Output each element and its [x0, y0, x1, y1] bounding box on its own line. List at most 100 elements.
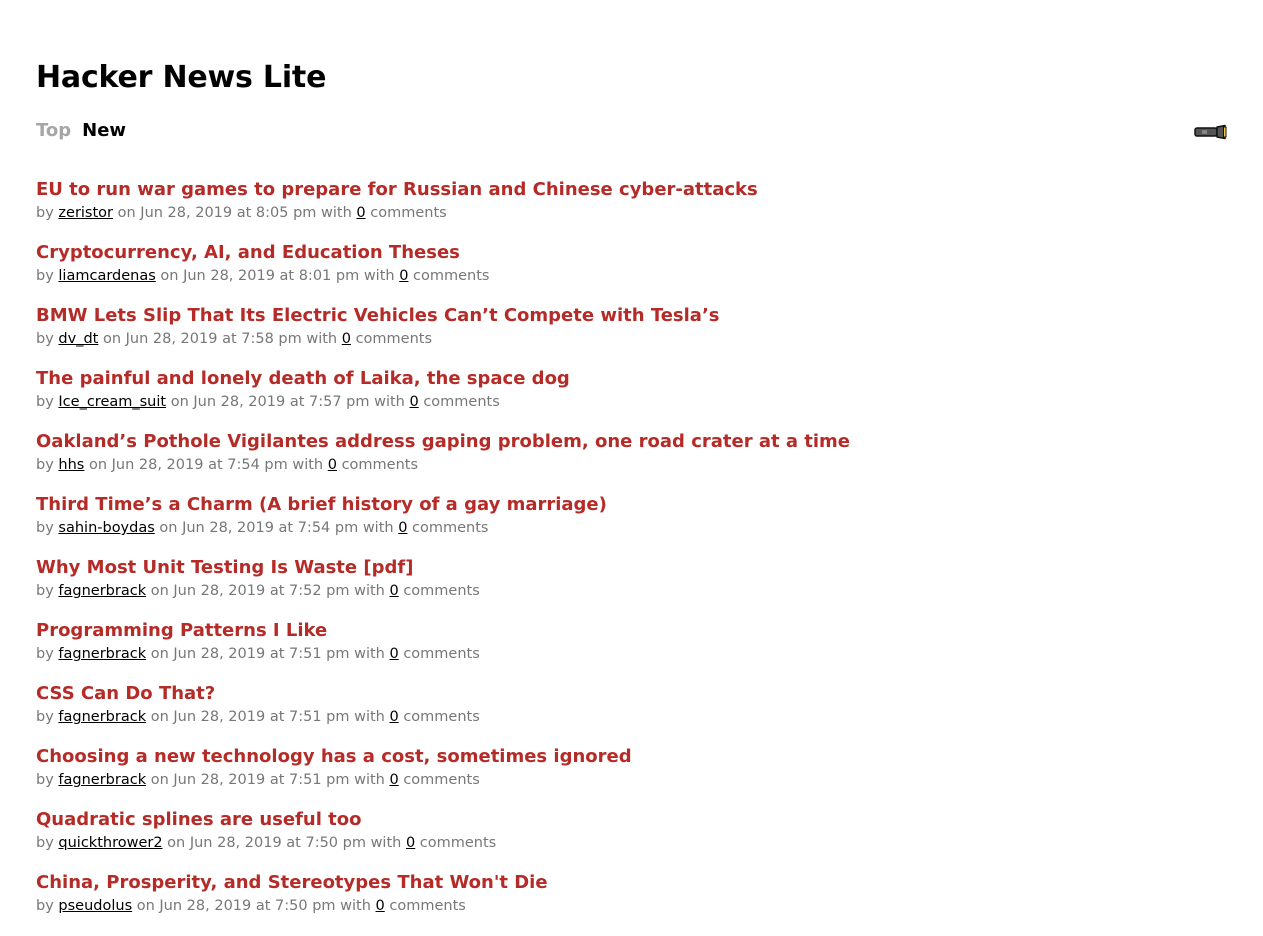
meta-on: on [150, 583, 169, 599]
story-item: BMW Lets Slip That Its Electric Vehicles… [36, 304, 1216, 367]
story-title-link[interactable]: CSS Can Do That? [36, 682, 1216, 706]
story-item: Choosing a new technology has a cost, so… [36, 745, 1216, 808]
comments-link[interactable]: 0 [376, 898, 385, 914]
meta-with: with [374, 394, 405, 410]
story-title-link[interactable]: EU to run war games to prepare for Russi… [36, 178, 1216, 202]
meta-by: by [36, 205, 54, 221]
comments-link[interactable]: 0 [356, 205, 365, 221]
story-item: Quadratic splines are useful too by quic… [36, 808, 1216, 871]
meta-by: by [36, 457, 54, 473]
meta-on: on [150, 772, 169, 788]
story-item: Why Most Unit Testing Is Waste [pdf] by … [36, 556, 1216, 619]
meta-with: with [340, 898, 371, 914]
story-date: Jun 28, 2019 at 7:57 pm [193, 394, 370, 410]
author-link[interactable]: pseudolus [58, 898, 132, 914]
meta-comments: comments [403, 772, 480, 788]
author-link[interactable]: fagnerbrack [58, 709, 146, 725]
story-meta: by fagnerbrack on Jun 28, 2019 at 7:51 p… [36, 643, 1216, 665]
tab-top[interactable]: Top [36, 120, 71, 141]
meta-by: by [36, 583, 54, 599]
author-link[interactable]: Ice_cream_suit [58, 394, 166, 410]
story-item: China, Prosperity, and Stereotypes That … [36, 871, 1216, 934]
comments-link[interactable]: 0 [398, 520, 407, 536]
story-title-link[interactable]: BMW Lets Slip That Its Electric Vehicles… [36, 304, 1216, 328]
meta-with: with [354, 583, 385, 599]
meta-comments: comments [370, 205, 447, 221]
story-date: Jun 28, 2019 at 7:54 pm [182, 520, 359, 536]
meta-on: on [88, 457, 108, 473]
comments-link[interactable]: 0 [406, 835, 415, 851]
story-title-link[interactable]: Cryptocurrency, AI, and Education Theses [36, 241, 1216, 265]
story-title-link[interactable]: Choosing a new technology has a cost, so… [36, 745, 1216, 769]
comments-link[interactable]: 0 [389, 583, 398, 599]
story-item: The painful and lonely death of Laika, t… [36, 367, 1216, 430]
story-meta: by fagnerbrack on Jun 28, 2019 at 7:51 p… [36, 769, 1216, 791]
meta-on: on [102, 331, 122, 347]
meta-with: with [354, 772, 385, 788]
story-meta: by hhs on Jun 28, 2019 at 7:54 pm with 0… [36, 454, 1216, 476]
story-date: Jun 28, 2019 at 7:51 pm [173, 646, 350, 662]
meta-comments: comments [389, 898, 466, 914]
meta-by: by [36, 709, 54, 725]
story-item: Cryptocurrency, AI, and Education Theses… [36, 241, 1216, 304]
meta-with: with [354, 709, 385, 725]
story-list: EU to run war games to prepare for Russi… [36, 178, 1216, 934]
story-title-link[interactable]: Quadratic splines are useful too [36, 808, 1216, 832]
comments-link[interactable]: 0 [399, 268, 408, 284]
flashlight-icon[interactable] [1194, 124, 1228, 140]
meta-on: on [150, 709, 169, 725]
page: Hacker News Lite Top New EU to run war g… [0, 0, 1263, 936]
meta-on: on [117, 205, 136, 221]
meta-with: with [306, 331, 338, 347]
meta-comments: comments [403, 646, 480, 662]
author-link[interactable]: dv_dt [58, 331, 98, 347]
author-link[interactable]: hhs [58, 457, 84, 473]
comments-link[interactable]: 0 [342, 331, 351, 347]
meta-with: with [321, 205, 352, 221]
meta-with: with [354, 646, 385, 662]
tab-new[interactable]: New [82, 120, 126, 141]
site-title: Hacker News Lite [36, 60, 327, 95]
comments-link[interactable]: 0 [389, 709, 398, 725]
author-link[interactable]: quickthrower2 [58, 835, 162, 851]
story-title-link[interactable]: Oakland’s Pothole Vigilantes address gap… [36, 430, 1216, 454]
meta-with: with [292, 457, 324, 473]
story-title-link[interactable]: Third Time’s a Charm (A brief history of… [36, 493, 1216, 517]
meta-comments: comments [403, 709, 480, 725]
meta-comments: comments [419, 835, 497, 851]
author-link[interactable]: zeristor [58, 205, 113, 221]
story-date: Jun 28, 2019 at 7:50 pm [189, 835, 366, 851]
story-meta: by liamcardenas on Jun 28, 2019 at 8:01 … [36, 265, 1216, 287]
meta-by: by [36, 898, 54, 914]
story-item: CSS Can Do That? by fagnerbrack on Jun 2… [36, 682, 1216, 745]
comments-link[interactable]: 0 [328, 457, 337, 473]
author-link[interactable]: fagnerbrack [58, 646, 146, 662]
author-link[interactable]: fagnerbrack [58, 772, 146, 788]
story-item: Programming Patterns I Like by fagnerbra… [36, 619, 1216, 682]
author-link[interactable]: fagnerbrack [58, 583, 146, 599]
meta-comments: comments [413, 268, 490, 284]
meta-by: by [36, 268, 54, 284]
meta-by: by [36, 520, 54, 536]
meta-by: by [36, 331, 54, 347]
story-date: Jun 28, 2019 at 7:54 pm [111, 457, 288, 473]
meta-on: on [159, 520, 178, 536]
meta-comments: comments [341, 457, 419, 473]
story-title-link[interactable]: Why Most Unit Testing Is Waste [pdf] [36, 556, 1216, 580]
story-meta: by fagnerbrack on Jun 28, 2019 at 7:52 p… [36, 580, 1216, 602]
meta-on: on [150, 646, 169, 662]
story-date: Jun 28, 2019 at 7:52 pm [173, 583, 350, 599]
comments-link[interactable]: 0 [389, 772, 398, 788]
author-link[interactable]: liamcardenas [58, 268, 155, 284]
meta-on: on [136, 898, 155, 914]
meta-comments: comments [403, 583, 480, 599]
story-title-link[interactable]: The painful and lonely death of Laika, t… [36, 367, 1216, 391]
comments-link[interactable]: 0 [389, 646, 398, 662]
story-title-link[interactable]: China, Prosperity, and Stereotypes That … [36, 871, 1216, 895]
story-meta: by sahin-boydas on Jun 28, 2019 at 7:54 … [36, 517, 1216, 539]
story-meta: by fagnerbrack on Jun 28, 2019 at 7:51 p… [36, 706, 1216, 728]
comments-link[interactable]: 0 [409, 394, 418, 410]
story-date: Jun 28, 2019 at 7:58 pm [125, 331, 302, 347]
story-title-link[interactable]: Programming Patterns I Like [36, 619, 1216, 643]
author-link[interactable]: sahin-boydas [58, 520, 154, 536]
